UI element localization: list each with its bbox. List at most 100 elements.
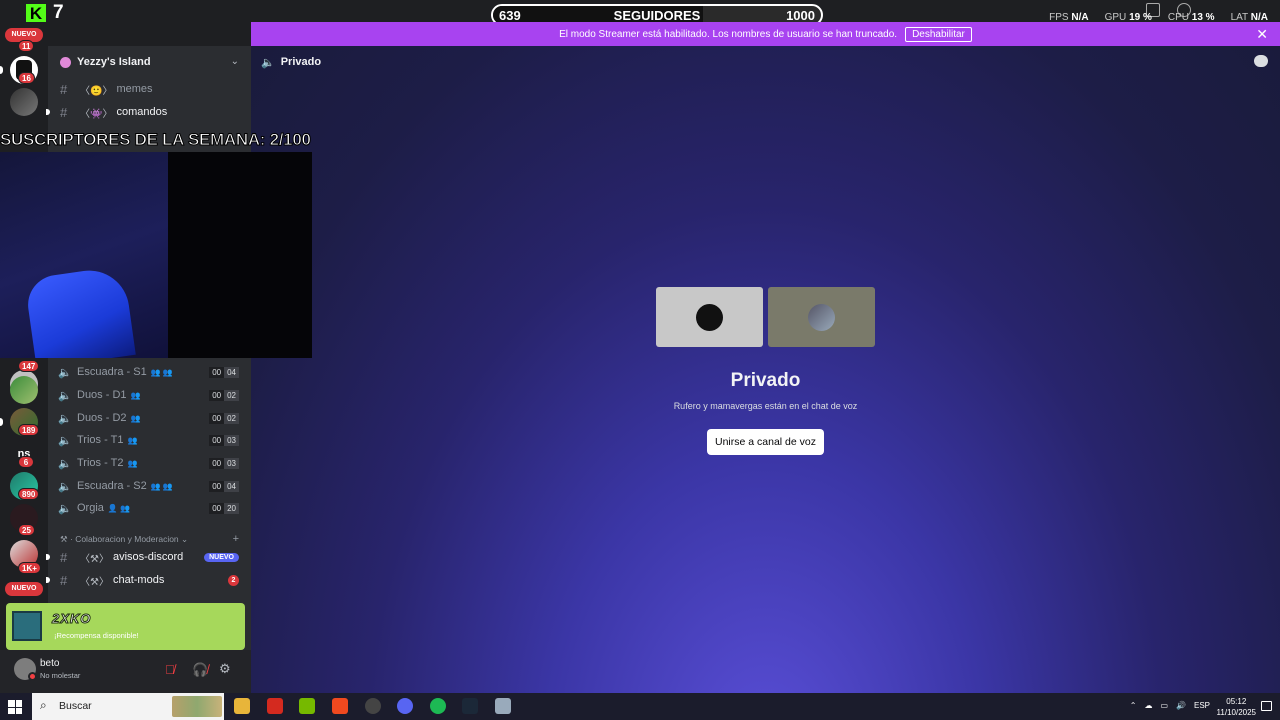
- text-channel-avisos-discord[interactable]: # 〈⚒〉 avisos-discord NUEVO: [46, 547, 251, 567]
- voice-channel[interactable]: 🔈 Trios - T2 👥 00 03: [48, 453, 251, 473]
- user-panel: beto No molestar 🎙̸ 🎧̸ ⚙: [0, 650, 251, 693]
- server-icon[interactable]: [10, 88, 38, 116]
- mention-badge: 2: [228, 574, 239, 586]
- app-icon[interactable]: [495, 698, 511, 714]
- voice-channel[interactable]: 🔈 Orgia 👤 👥 00 20: [48, 498, 251, 518]
- disable-streamer-mode-button[interactable]: Deshabilitar: [905, 26, 972, 42]
- speaker-icon: 🔈: [58, 366, 72, 379]
- gear-icon[interactable]: ⚙: [219, 661, 231, 677]
- close-banner-icon[interactable]: ✕: [1256, 26, 1268, 43]
- webcam-shadow: [168, 152, 312, 358]
- join-voice-button[interactable]: Unirse a canal de voz: [707, 429, 824, 455]
- nvidia-icon[interactable]: [299, 698, 315, 714]
- participant-avatar: [696, 304, 723, 331]
- server-icon[interactable]: [10, 376, 38, 404]
- user-count: 00 04: [209, 480, 239, 492]
- headphones-deafened-icon[interactable]: 🎧̸: [192, 662, 208, 678]
- notifications-icon[interactable]: [1261, 701, 1272, 711]
- voice-channel[interactable]: 🔈 Escuadra - S2 👥 👥 00 04: [48, 476, 251, 496]
- channel-prefix: 〈🙂〉: [80, 85, 113, 97]
- new-servers-pill-bottom[interactable]: NUEVO: [5, 582, 43, 596]
- promo-text: ¡Recompensa disponible!: [54, 631, 139, 640]
- server-badge: 189: [18, 424, 40, 436]
- voice-channel-title: Privado: [730, 370, 801, 391]
- text-channel-memes[interactable]: # 〈🙂〉 memes: [48, 79, 251, 99]
- chevron-up-icon[interactable]: ⌃: [1130, 701, 1137, 710]
- users-icon: 👥: [127, 458, 138, 468]
- hash-icon: #: [60, 572, 68, 588]
- server-badge: 890: [18, 488, 40, 500]
- hash-icon: #: [60, 549, 68, 565]
- user-count: 00 02: [209, 412, 239, 424]
- obs-icon[interactable]: [365, 698, 381, 714]
- server-badge: 6: [18, 456, 34, 468]
- channel-name: comandos: [116, 106, 168, 118]
- speaker-icon: 🔈: [58, 502, 72, 515]
- participant-tile[interactable]: [768, 287, 875, 347]
- voice-channel-name: Escuadra - S2: [77, 480, 147, 492]
- kick-count: 7: [53, 2, 64, 23]
- spotify-icon[interactable]: [430, 698, 446, 714]
- clock-time: 05:12: [1226, 697, 1247, 706]
- server-badge: 147: [18, 360, 40, 372]
- search-highlight-image: [172, 696, 222, 717]
- reward-promo-card[interactable]: 2XKO ¡Recompensa disponible!: [6, 603, 245, 650]
- subscribers-counter: SUSCRIPTORES DE LA SEMANA: 2/100: [0, 130, 311, 150]
- volume-icon[interactable]: 🔊: [1176, 701, 1186, 710]
- voice-channel-name: Escuadra - S1: [77, 366, 147, 378]
- webcam-overlay: [0, 152, 312, 358]
- promo-logo: 2XKO: [51, 611, 92, 627]
- participant-tile[interactable]: [656, 287, 763, 347]
- steam-icon[interactable]: [462, 698, 478, 714]
- server-badge: 25: [18, 524, 35, 536]
- system-tray: ⌃ ☁ ▭ 🔊 ESP: [1130, 701, 1210, 710]
- user-status: No molestar: [40, 671, 81, 680]
- channel-prefix: 〈⚒〉: [80, 576, 109, 588]
- guild-boost-icon: [60, 56, 71, 68]
- windows-start-icon[interactable]: [8, 700, 22, 714]
- voice-channel-name: Orgia: [77, 502, 104, 514]
- followers-label: SEGUIDORES: [613, 8, 701, 23]
- users-icon: 👥 👥: [150, 367, 173, 377]
- network-icon[interactable]: ▭: [1160, 701, 1168, 710]
- promo-image: [12, 611, 42, 641]
- pdf-reader-icon[interactable]: [267, 698, 283, 714]
- taskbar-search[interactable]: ⌕ Buscar: [32, 693, 224, 720]
- text-channel-comandos[interactable]: # 〈👾〉 comandos: [46, 102, 251, 122]
- channel-name: chat-mods: [112, 574, 165, 586]
- chat-bubble-icon[interactable]: [1254, 55, 1268, 67]
- clock[interactable]: 05:12 11/10/2025: [1217, 696, 1256, 718]
- text-channel-chat-mods[interactable]: # 〈⚒〉 chat-mods 2: [46, 570, 251, 590]
- users-icon: 👤 👥: [107, 503, 131, 513]
- voice-channel[interactable]: 🔈 Duos - D2 👥 00 02: [48, 408, 251, 428]
- taskbar: ⌕ Buscar ⌃ ☁ ▭ 🔊 ESP 05:12 11/10/2025: [0, 693, 1280, 720]
- language-indicator[interactable]: ESP: [1194, 701, 1210, 710]
- user-count: 00 04: [209, 366, 239, 378]
- speaker-icon: 🔈: [58, 412, 72, 425]
- voice-channel[interactable]: 🔈 Trios - T1 👥 00 03: [48, 430, 251, 450]
- brave-browser-icon[interactable]: [332, 698, 348, 714]
- voice-channel-name: Trios - T2: [77, 457, 124, 469]
- voice-channel-name: Trios - T1: [77, 434, 124, 446]
- mic-muted-icon[interactable]: 🎙̸: [165, 662, 175, 677]
- cloud-icon[interactable]: ☁: [1144, 701, 1152, 710]
- voice-channel[interactable]: 🔈 Duos - D1 👥 00 02: [48, 385, 251, 405]
- followers-target: 1000: [786, 8, 815, 23]
- users-icon: 👥: [130, 413, 141, 423]
- users-icon: 👥: [130, 390, 141, 400]
- unread-indicator: [0, 66, 3, 74]
- file-explorer-icon[interactable]: [234, 698, 250, 714]
- speaker-icon: 🔈: [58, 434, 72, 447]
- channel-prefix: 〈⚒〉: [80, 553, 109, 565]
- category-header[interactable]: ⚒ · Colaboracion y Moderacion ⌄ +: [48, 532, 251, 546]
- title-bar: K 7 639 SEGUIDORES 1000 FPS N/A GPU 19 %…: [0, 0, 1280, 26]
- voice-channel-subtitle: Rufero y mamavergas están en el chat de …: [673, 401, 858, 411]
- discord-icon[interactable]: [397, 698, 413, 714]
- search-icon: ⌕: [40, 698, 47, 712]
- create-channel-icon[interactable]: +: [233, 533, 239, 545]
- users-icon: 👥: [127, 435, 138, 445]
- hash-icon: #: [60, 104, 68, 120]
- username: beto: [40, 658, 60, 669]
- guild-header[interactable]: Yezzy's Island ⌄: [48, 46, 251, 78]
- voice-channel[interactable]: 🔈 Escuadra - S1 👥 👥 00 04: [48, 362, 251, 382]
